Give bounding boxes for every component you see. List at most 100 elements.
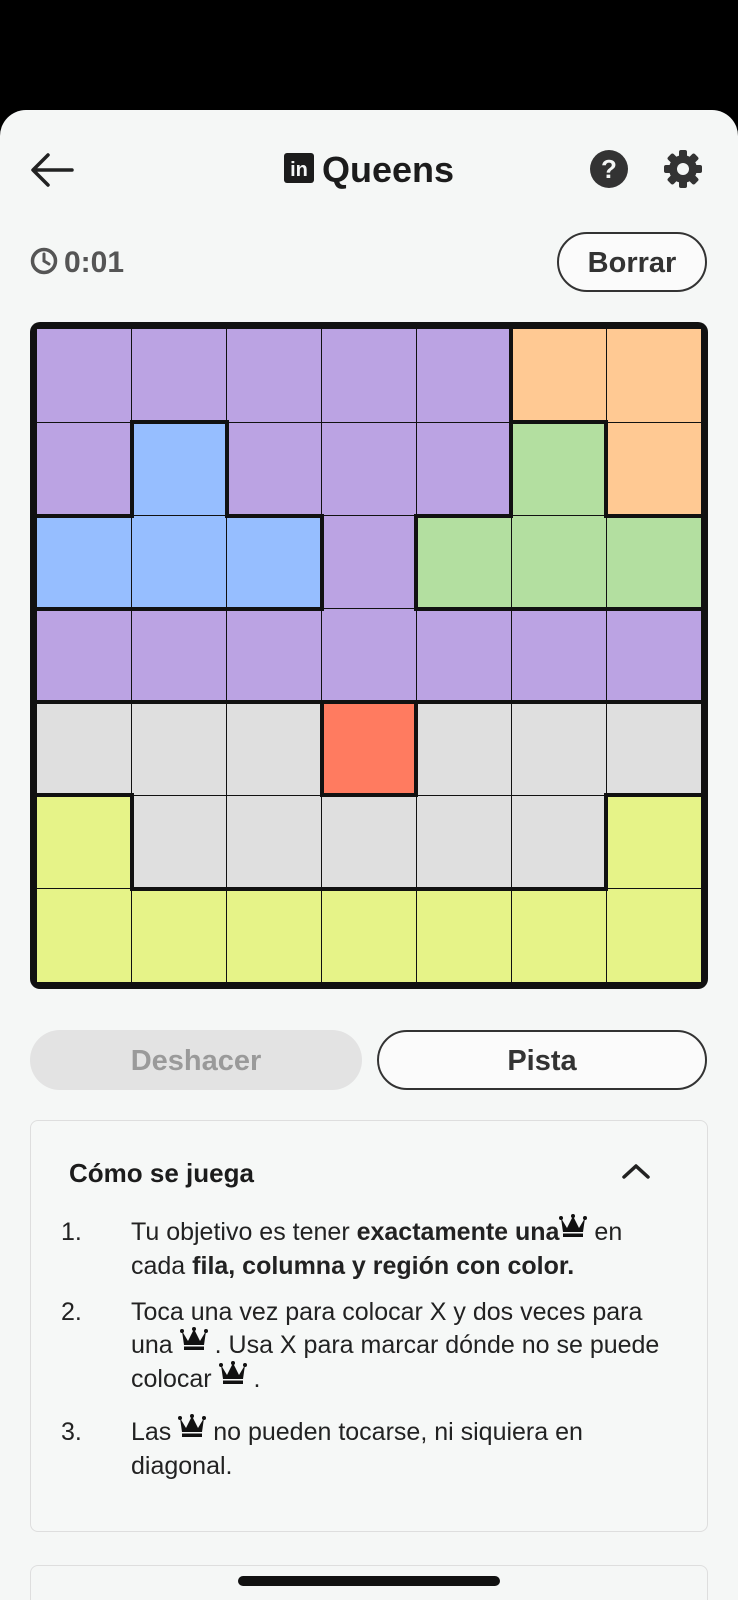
board-cell-r7-c4[interactable] [321, 888, 417, 982]
region-border [35, 513, 134, 518]
grid-line [511, 794, 607, 797]
region-border [414, 700, 419, 798]
board-cell-r4-c6[interactable] [511, 608, 607, 703]
board-cell-r3-c7[interactable] [606, 515, 701, 609]
grid-line [131, 514, 227, 517]
grid-line [415, 888, 418, 982]
board-cell-r5-c7[interactable] [606, 702, 701, 796]
board-cell-r2-c4[interactable] [321, 422, 417, 516]
region-border [224, 606, 324, 611]
crown-icon [179, 1326, 208, 1360]
rule-text: Las no pueden tocarse, ni siquiera en di… [131, 1413, 681, 1483]
board-cell-r1-c4[interactable] [321, 329, 417, 423]
region-border [414, 700, 514, 705]
region-border [509, 700, 609, 705]
grid-line [415, 795, 418, 889]
region-border [224, 700, 324, 705]
board-cell-r1-c5[interactable] [416, 329, 512, 423]
board-cell-r6-c1[interactable] [37, 795, 132, 889]
crown-icon [559, 1213, 588, 1247]
board-cell-r7-c1[interactable] [37, 888, 132, 982]
grid-line [320, 608, 323, 703]
board-cell-r6-c3[interactable] [226, 795, 322, 889]
grid-line [605, 888, 607, 982]
home-indicator[interactable] [238, 1576, 500, 1586]
region-border [35, 700, 134, 705]
board-cell-r4-c7[interactable] [606, 608, 701, 703]
grid-line [415, 608, 418, 703]
grid-line [37, 888, 132, 890]
region-border [604, 420, 609, 518]
board-cell-r5-c2[interactable] [131, 702, 227, 796]
board-cell-r1-c3[interactable] [226, 329, 322, 423]
rule-text-part: . Usa X para marcar dónde no se puede co… [131, 1331, 660, 1393]
board-cell-r5-c6[interactable] [511, 702, 607, 796]
clear-button[interactable]: Borrar [557, 232, 707, 292]
grid-line [510, 608, 512, 703]
rule-number: 3. [61, 1418, 82, 1446]
region-border [129, 700, 229, 705]
rule-number: 1. [61, 1218, 82, 1246]
board-cell-r5-c1[interactable] [37, 702, 132, 796]
board-cell-r4-c5[interactable] [416, 608, 512, 703]
board-cell-r4-c1[interactable] [37, 608, 132, 703]
board-cell-r1-c7[interactable] [606, 329, 701, 423]
region-border [35, 606, 134, 611]
clock-icon [30, 247, 58, 275]
region-border [224, 886, 324, 891]
board-cell-r7-c7[interactable] [606, 888, 701, 982]
region-border [224, 420, 229, 518]
board-cell-r6-c4[interactable] [321, 795, 417, 889]
board-cell-r1-c2[interactable] [131, 329, 227, 423]
board-cell-r5-c4[interactable] [321, 702, 417, 796]
region-border [509, 327, 514, 425]
board-cell-r2-c5[interactable] [416, 422, 512, 516]
rule-item: 1. Tu objetivo es tener exactamente una e… [61, 1213, 681, 1283]
board-cell-r1-c6[interactable] [511, 329, 607, 423]
region-border [604, 793, 609, 891]
grid-line [510, 515, 512, 609]
board-cell-r6-c7[interactable] [606, 795, 701, 889]
grid-line [226, 888, 228, 982]
board-cell-r6-c2[interactable] [131, 795, 227, 889]
board-cell-r4-c3[interactable] [226, 608, 322, 703]
board-cell-r7-c6[interactable] [511, 888, 607, 982]
region-border [319, 700, 419, 705]
board-cell-r5-c5[interactable] [416, 702, 512, 796]
board-cell-r3-c4[interactable] [321, 515, 417, 609]
board-cell-r2-c7[interactable] [606, 422, 701, 516]
board-cell-r2-c2[interactable] [131, 422, 227, 516]
rule-text-part: Las [131, 1418, 179, 1446]
board-cell-r5-c3[interactable] [226, 702, 322, 796]
linkedin-logo-icon: in [283, 153, 314, 184]
help-icon[interactable]: ? [590, 150, 628, 188]
board-cell-r6-c6[interactable] [511, 795, 607, 889]
board-cell-r3-c3[interactable] [226, 515, 322, 609]
rule-text-part: . [246, 1364, 261, 1393]
board-cell-r4-c4[interactable] [321, 608, 417, 703]
board-cell-r1-c1[interactable] [37, 329, 132, 423]
hint-button[interactable]: Pista [377, 1030, 707, 1090]
grid-line [606, 888, 701, 890]
region-border [509, 420, 514, 518]
board-cell-r2-c1[interactable] [37, 422, 132, 516]
chevron-up-icon[interactable] [621, 1161, 651, 1181]
board-cell-r3-c2[interactable] [131, 515, 227, 609]
board-cell-r3-c6[interactable] [511, 515, 607, 609]
board-cell-r6-c5[interactable] [416, 795, 512, 889]
crown-icon [178, 1413, 207, 1447]
board-cell-r7-c5[interactable] [416, 888, 512, 982]
board-cell-r7-c2[interactable] [131, 888, 227, 982]
settings-gear-icon[interactable] [664, 150, 702, 188]
board-cell-r2-c6[interactable] [511, 422, 607, 516]
board-cell-r4-c2[interactable] [131, 608, 227, 703]
board-cell-r3-c1[interactable] [37, 515, 132, 609]
board-cell-r3-c5[interactable] [416, 515, 512, 609]
board-cell-r7-c3[interactable] [226, 888, 322, 982]
region-border [224, 513, 324, 518]
undo-button[interactable]: Deshacer [30, 1030, 362, 1090]
region-border [604, 606, 703, 611]
rule-text-bold: exactamente una [356, 1218, 560, 1246]
timer: 0:01 [30, 243, 124, 283]
board-cell-r2-c3[interactable] [226, 422, 322, 516]
